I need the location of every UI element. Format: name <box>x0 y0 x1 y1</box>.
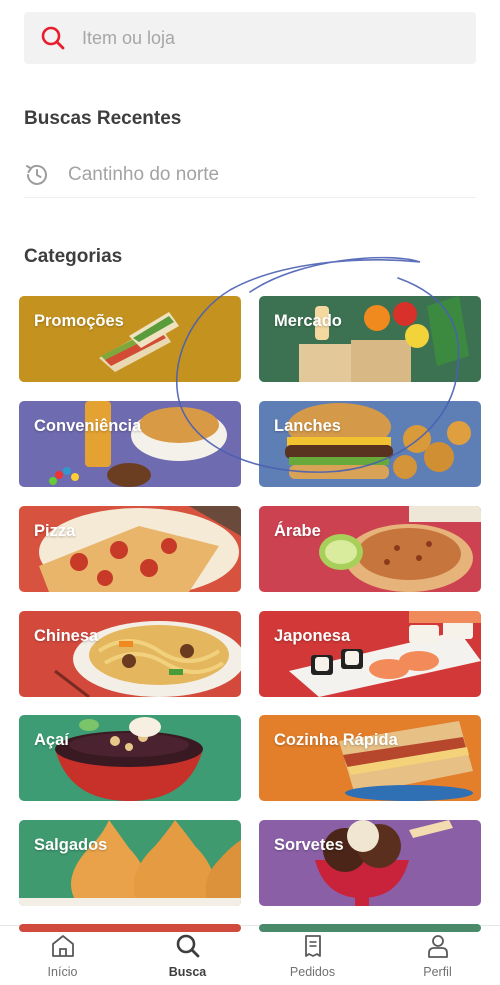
nav-item-busca[interactable]: Busca <box>125 926 250 985</box>
category-label: Promoções <box>34 312 124 330</box>
groceries-image <box>259 296 481 382</box>
nav-label: Perfil <box>423 965 452 979</box>
nav-item-inicio[interactable]: Início <box>0 926 125 985</box>
coxinha-image <box>19 820 241 906</box>
category-card-partial <box>19 924 241 932</box>
profile-icon <box>425 933 451 959</box>
recent-search-label: Cantinho do norte <box>68 163 220 185</box>
category-label: Salgados <box>34 836 108 854</box>
category-card-pizza[interactable]: Pizza <box>19 506 241 592</box>
category-label: Açaí <box>34 731 69 749</box>
nav-item-perfil[interactable]: Perfil <box>375 926 500 985</box>
category-card-sorvetes[interactable]: Sorvetes <box>259 820 481 906</box>
category-label: Árabe <box>274 522 321 540</box>
search-icon <box>175 933 201 959</box>
category-card-cozinha-rapida[interactable]: Cozinha Rápida <box>259 715 481 801</box>
noodles-image <box>19 611 241 697</box>
category-card-promocoes[interactable]: Promoções <box>19 296 241 382</box>
bottom-navigation: Início Busca Pedidos Perfil <box>0 925 500 985</box>
category-card-salgados[interactable]: Salgados <box>19 820 241 906</box>
category-card-arabe[interactable]: Árabe <box>259 506 481 592</box>
sandwich-image <box>19 296 241 382</box>
category-label: Conveniência <box>34 417 142 435</box>
ice-cream-image <box>259 820 481 906</box>
category-label: Pizza <box>34 522 76 540</box>
nav-label: Início <box>47 965 78 979</box>
home-icon <box>50 933 76 959</box>
esfiha-image <box>259 506 481 592</box>
category-card-partial <box>259 924 481 932</box>
category-card-conveniencia[interactable]: Conveniência <box>19 401 241 487</box>
category-card-mercado[interactable]: Mercado <box>259 296 481 382</box>
burger-image <box>259 401 481 487</box>
category-label: Japonesa <box>274 627 351 645</box>
category-label: Lanches <box>274 417 341 435</box>
sushi-image <box>259 611 481 697</box>
category-card-chinesa[interactable]: Chinesa <box>19 611 241 697</box>
recent-searches-title: Buscas Recentes <box>24 108 182 129</box>
category-card-japonesa[interactable]: Japonesa <box>259 611 481 697</box>
category-card-lanches[interactable]: Lanches <box>259 401 481 487</box>
category-label: Sorvetes <box>274 836 344 854</box>
search-input[interactable] <box>82 27 442 49</box>
orders-icon <box>300 933 326 959</box>
category-label: Chinesa <box>34 627 99 645</box>
category-card-acai[interactable]: Açaí <box>19 715 241 801</box>
search-bar[interactable] <box>24 12 476 64</box>
recent-search-item[interactable]: Cantinho do norte <box>24 152 476 198</box>
toast-sandwich-image <box>259 715 481 801</box>
nav-label: Pedidos <box>289 965 336 979</box>
search-icon <box>39 24 67 52</box>
category-label: Cozinha Rápida <box>274 731 398 749</box>
history-icon <box>24 162 50 188</box>
nav-label: Busca <box>168 965 207 979</box>
acai-bowl-image <box>19 715 241 801</box>
categories-title: Categorias <box>24 246 123 267</box>
snacks-image <box>19 401 241 487</box>
pizza-image <box>19 506 241 592</box>
category-label: Mercado <box>274 312 342 330</box>
nav-item-pedidos[interactable]: Pedidos <box>250 926 375 985</box>
